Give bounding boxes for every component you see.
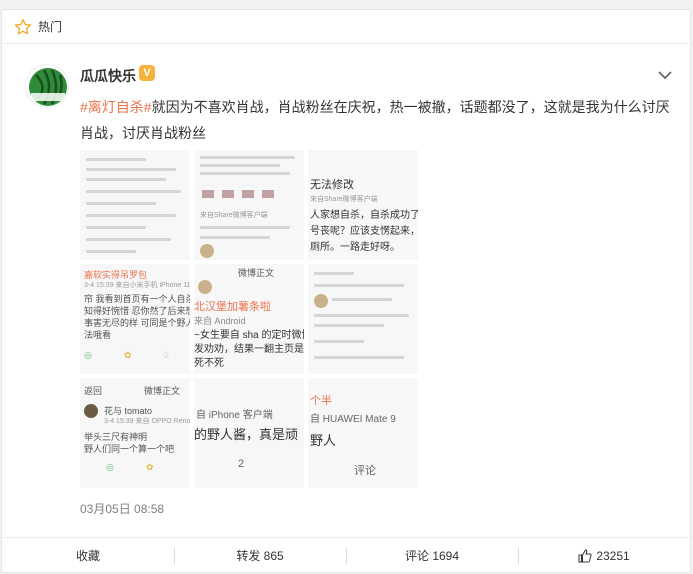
tile-4-line4: 法哦看 — [84, 330, 112, 340]
weibo-card: 热门 瓜瓜快乐 V #离灯自杀#就因为不喜欢肖战，肖战粉丝在庆祝，热一被撤，话题… — [1, 9, 691, 573]
tile-3-line2: 号丧呢？应该支愣起来， — [310, 226, 418, 237]
tile-3-line3: 厕所。一路走好呀。 — [310, 242, 400, 253]
tile-5-user: 北汉堡加薯条啦 — [194, 301, 271, 313]
image-tile-5[interactable]: 微博正文 北汉堡加薯条啦 来自 Android ~女生要自 sha 的定时微博 … — [194, 264, 304, 374]
tile-7-title: 微博正文 — [144, 386, 181, 396]
image-grid: 来自Share微博客户端 无法修改 来自Share微博客户端 人家想自杀，自杀成… — [80, 150, 418, 488]
hot-label: 热门 — [38, 20, 63, 34]
hot-bar: 热门 — [2, 10, 690, 44]
tile-7-meta: 3-4 15:39 来自 OPPO Reno3 Pro — [104, 418, 190, 425]
image-tile-7[interactable]: 返回 微博正文 花与 tomato 3-4 15:39 来自 OPPO Reno… — [80, 378, 190, 488]
favorite-label: 收藏 — [75, 549, 100, 563]
tile-9-comment: 评论 — [354, 465, 376, 477]
tile-2-source: 来自Share微博客户端 — [200, 212, 268, 219]
tile-3-title: 无法修改 — [310, 179, 354, 191]
like-button[interactable]: 23251 — [518, 538, 690, 573]
vip-badge: V — [139, 65, 155, 81]
image-tile-6[interactable] — [308, 264, 418, 374]
tile-8-source: 自 iPhone 客户端 — [196, 410, 273, 421]
share-icon: ◎ — [106, 462, 114, 472]
thumbs-up-icon — [578, 548, 592, 562]
image-tile-2[interactable]: 来自Share微博客户端 — [194, 150, 304, 260]
image-tile-9[interactable]: 个半 自 HUAWEI Mate 9 野人 评论 — [308, 378, 418, 488]
share-icon: ◎ — [84, 350, 92, 360]
like-icon: ♢ — [162, 350, 171, 360]
star-icon — [14, 18, 32, 34]
image-tile-8[interactable]: 自 iPhone 客户端 的野人酱，真是顽 2 — [194, 378, 304, 488]
chevron-down-icon[interactable] — [657, 68, 673, 82]
emoji-icon: ✿ — [146, 462, 154, 472]
author-name[interactable]: 瓜瓜快乐 — [80, 66, 136, 86]
favorite-button[interactable]: 收藏 — [2, 538, 174, 573]
tile-5-line2: 发劝劝，结果一翻主页是 — [194, 344, 304, 355]
repost-button[interactable]: 转发 865 — [174, 538, 346, 573]
action-bar: 收藏 转发 865 评论 1694 23251 — [2, 537, 690, 573]
tile-8-count: 2 — [238, 458, 245, 470]
tile-3-line1: 人家想自杀，自杀成功了， — [310, 210, 418, 221]
comment-button[interactable]: 评论 1694 — [346, 538, 518, 573]
tile-7-line2: 野人们同一个算一个吧 — [84, 444, 175, 454]
emoji-icon: ✿ — [124, 350, 132, 360]
like-count: 23251 — [596, 548, 630, 563]
tile-9-source: 自 HUAWEI Mate 9 — [310, 414, 396, 425]
comment-label: 评论 1694 — [404, 549, 460, 563]
tile-5-line1: ~女生要自 sha 的定时微博 — [194, 330, 304, 341]
tile-3-source: 来自Share微博客户端 — [310, 196, 378, 203]
tile-8-line: 的野人酱，真是顽 — [194, 427, 299, 442]
tile-4-meta: 3-4 15:39 来自小米手机 iPhone 11 — [84, 282, 190, 289]
avatar[interactable] — [25, 64, 69, 108]
post-text: #离灯自杀#就因为不喜欢肖战，肖战粉丝在庆祝，热一被撤，话题都没了，这就是我为什… — [80, 94, 670, 146]
tile-5-line3: 死不死 — [194, 358, 224, 369]
repost-label: 转发 865 — [236, 549, 284, 563]
hashtag-link[interactable]: #离灯自杀# — [80, 99, 152, 115]
tile-9-title: 个半 — [310, 395, 332, 407]
tile-9-line: 野人 — [310, 433, 337, 448]
tile-5-head: 微博正文 — [238, 268, 275, 278]
watermelon-avatar-image — [29, 68, 67, 106]
post-body: 就因为不喜欢肖战，肖战粉丝在庆祝，热一被撤，话题都没了，这就是我为什么讨厌肖战，… — [80, 99, 670, 141]
tile-7-back: 返回 — [84, 386, 103, 396]
image-tile-3[interactable]: 无法修改 来自Share微博客户端 人家想自杀，自杀成功了， 号丧呢？应该支愣起… — [308, 150, 418, 260]
post-time[interactable]: 03月05日 08:58 — [80, 500, 164, 517]
image-tile-1[interactable] — [80, 150, 190, 260]
image-tile-4[interactable]: 嘉软实得吊罗包 3-4 15:39 来自小米手机 iPhone 11 帘 我看到… — [80, 264, 190, 374]
